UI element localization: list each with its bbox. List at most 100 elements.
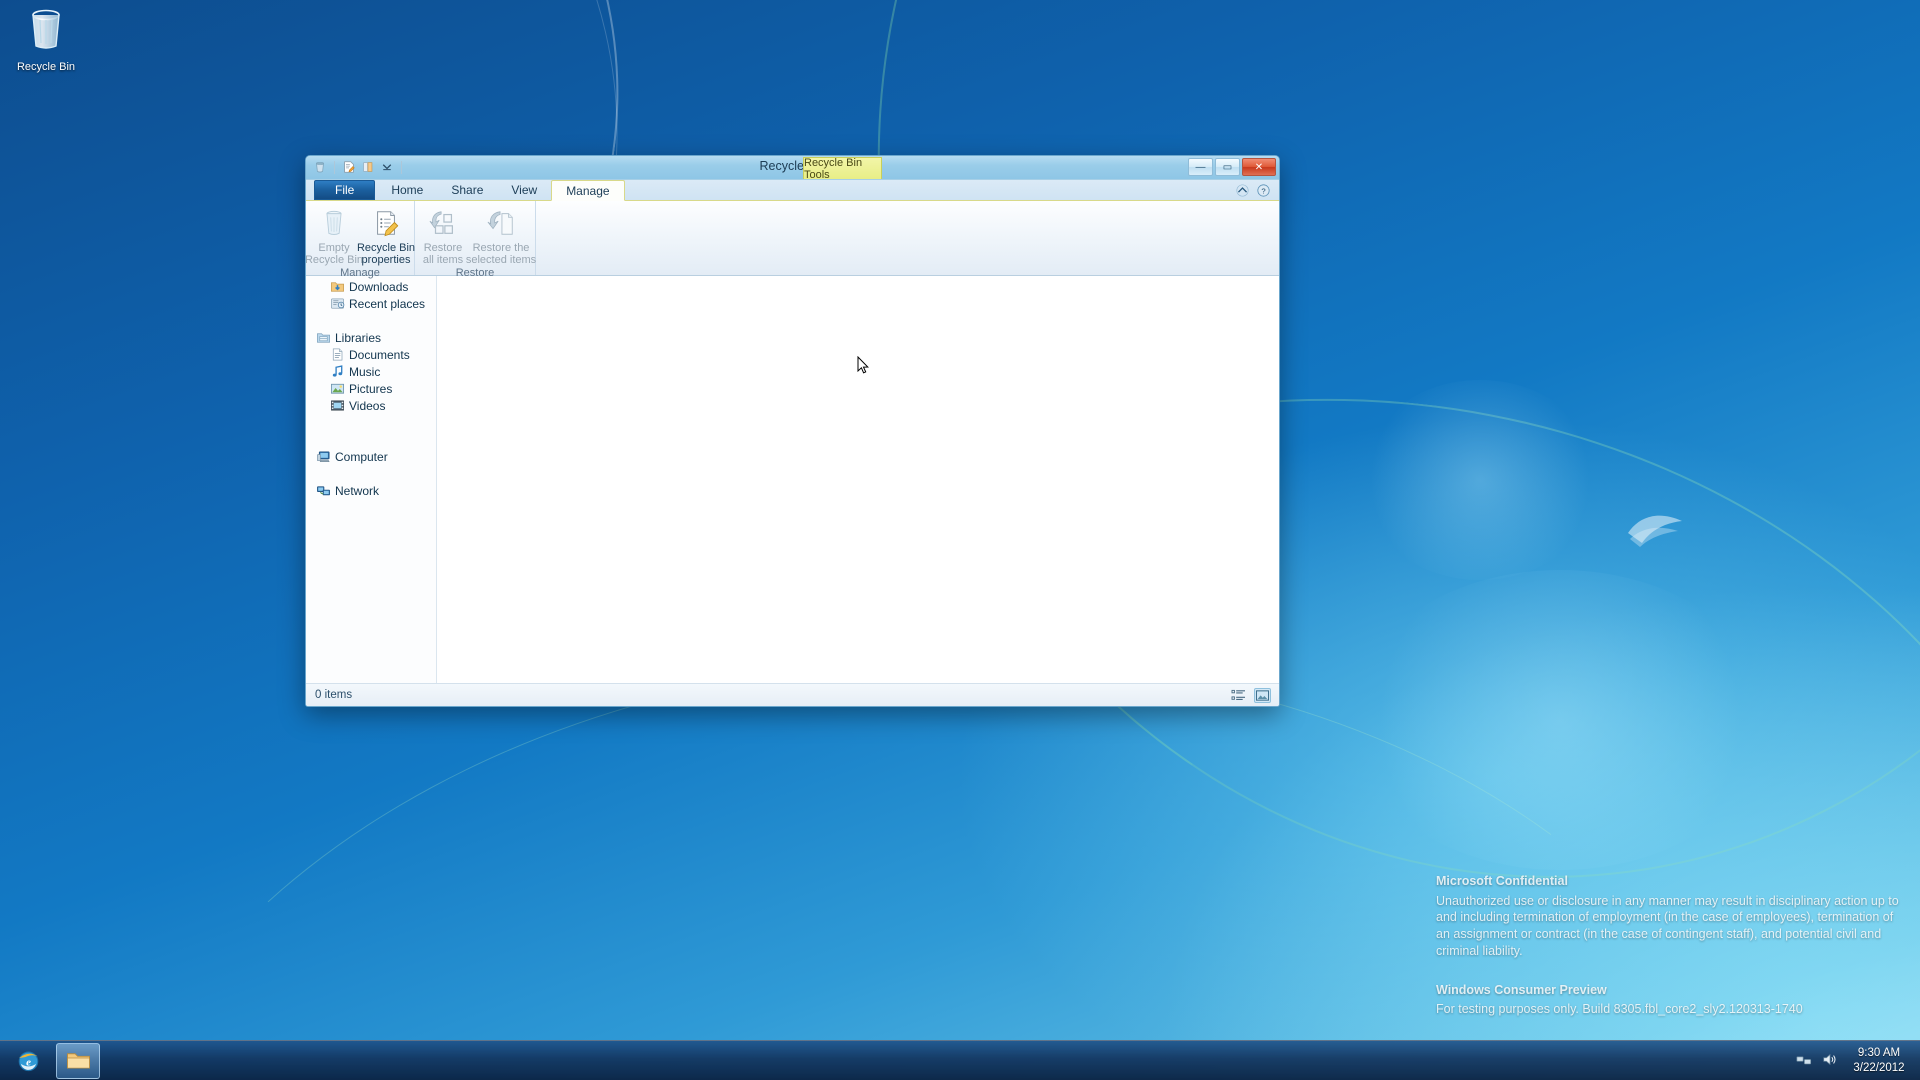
large-icons-view-button[interactable]	[1254, 687, 1271, 703]
close-button[interactable]: ✕	[1242, 158, 1276, 176]
nav-recent-places[interactable]: Recent places	[306, 295, 436, 312]
watermark-title: Microsoft Confidential	[1436, 873, 1568, 888]
nav-pictures[interactable]: Pictures	[306, 380, 436, 397]
computer-icon	[315, 449, 331, 465]
recycle-bin-icon	[32, 9, 60, 49]
minimize-button[interactable]: —	[1188, 158, 1213, 176]
network-icon[interactable]	[1796, 1052, 1812, 1070]
button-label-line1: Recycle Bin	[356, 242, 416, 254]
nav-music[interactable]: Music	[306, 363, 436, 380]
nav-item-label: Pictures	[349, 381, 393, 396]
window-title: Recycle Bin	[759, 159, 826, 173]
tab-share[interactable]: Share	[437, 180, 497, 200]
taskbar-button-internet-explorer[interactable]: e	[6, 1043, 50, 1079]
button-label-line2: all items	[422, 254, 464, 266]
tabstrip-right-controls: ?	[1235, 180, 1279, 200]
navigation-pane: Downloads Recent places Libraries Docume…	[306, 276, 437, 683]
clock-date: 3/22/2012	[1853, 1061, 1905, 1074]
watermark-build: For testing purposes only. Build 8305.fb…	[1436, 1002, 1803, 1017]
help-icon[interactable]: ?	[1256, 183, 1271, 198]
desktop-watermark: Microsoft Confidential Unauthorized use …	[1436, 873, 1906, 1018]
empty-recycle-bin-button[interactable]: Empty Recycle Bin	[305, 205, 364, 266]
nav-item-label: Downloads	[349, 279, 409, 294]
ribbon-group-restore: Restore all items Restore the selected i…	[415, 201, 537, 279]
svg-text:e: e	[26, 1057, 31, 1069]
taskbar-button-file-explorer[interactable]	[56, 1042, 100, 1079]
button-label-line2: properties	[361, 254, 411, 266]
libraries-icon	[315, 330, 331, 346]
file-list-view[interactable]	[437, 276, 1279, 683]
svg-text:?: ?	[1261, 186, 1265, 195]
nav-videos[interactable]: Videos	[306, 397, 436, 414]
details-view-button[interactable]	[1230, 688, 1247, 703]
window-body: Downloads Recent places Libraries Docume…	[306, 276, 1279, 683]
caption-buttons: — ▭ ✕	[1188, 158, 1276, 176]
nav-documents[interactable]: Documents	[306, 346, 436, 363]
internet-explorer-icon: e	[18, 1051, 38, 1072]
maximize-button[interactable]: ▭	[1215, 158, 1240, 176]
recycle-bin-icon	[318, 207, 350, 239]
nav-item-label: Music	[349, 364, 381, 379]
restore-all-icon	[427, 207, 459, 239]
nav-item-label: Documents	[349, 347, 410, 362]
ribbon: Empty Recycle Bin Recycle Bin properties…	[305, 201, 1279, 279]
ribbon-tab-strip: File Home Share View Manage ?	[306, 180, 1279, 201]
ribbon-empty-space	[536, 201, 1279, 275]
button-label-line2: Recycle Bin	[305, 254, 364, 266]
button-label-line2: selected items	[465, 254, 537, 266]
button-label-line1: Restore	[423, 242, 463, 254]
network-icon	[315, 483, 331, 499]
tab-file[interactable]: File	[314, 180, 376, 200]
tab-view[interactable]: View	[497, 180, 551, 200]
wallpaper-glow	[1350, 570, 1770, 870]
button-label-line1: Restore the	[472, 242, 530, 254]
desktop-icon-recycle-bin[interactable]: Recycle Bin	[8, 4, 84, 75]
item-count-label: 0 items	[315, 689, 353, 701]
desktop-icon-label: Recycle Bin	[16, 60, 76, 73]
nav-item-label: Videos	[349, 398, 386, 413]
ribbon-group-manage: Empty Recycle Bin Recycle Bin properties…	[305, 201, 416, 279]
tab-manage[interactable]: Manage	[551, 180, 625, 201]
tab-home[interactable]: Home	[377, 180, 437, 200]
documents-icon	[329, 347, 345, 363]
view-mode-toggles	[1230, 687, 1275, 703]
watermark-edition: Windows Consumer Preview	[1436, 982, 1607, 997]
nav-computer[interactable]: Computer	[306, 448, 436, 465]
pictures-icon	[329, 381, 345, 397]
nav-item-label: Recent places	[349, 296, 426, 311]
window-title-bar[interactable]: Recycle Bin Recycle Bin Tools — ▭ ✕	[306, 156, 1279, 181]
ribbon-group-label-manage: Manage	[340, 267, 380, 279]
recycle-bin-properties-button[interactable]: Recycle Bin properties	[356, 205, 416, 266]
clock-time: 9:30 AM	[1857, 1047, 1901, 1060]
contextual-tab-group-header: Recycle Bin Tools	[803, 157, 882, 181]
status-bar: 0 items	[306, 683, 1279, 706]
music-icon	[329, 364, 345, 380]
restore-selected-icon	[485, 207, 517, 239]
minimize-ribbon-icon[interactable]	[1235, 183, 1250, 198]
restore-all-items-button[interactable]: Restore all items	[417, 205, 469, 266]
taskbar-clock[interactable]: 9:30 AM 3/22/2012	[1848, 1046, 1910, 1075]
taskbar: e 9:30 AM 3/22/2012	[0, 1040, 1920, 1080]
explorer-window: Recycle Bin Recycle Bin Tools — ▭ ✕ File…	[305, 155, 1280, 707]
restore-selected-items-button[interactable]: Restore the selected items	[465, 205, 537, 266]
nav-network[interactable]: Network	[306, 482, 436, 499]
recent-places-icon	[329, 296, 345, 312]
ribbon-group-label-restore: Restore	[455, 267, 495, 279]
nav-item-label: Computer	[335, 449, 388, 464]
wallpaper-glow	[1360, 380, 1600, 580]
nav-libraries[interactable]: Libraries	[306, 329, 436, 346]
nav-item-label: Libraries	[335, 330, 382, 345]
system-tray: 9:30 AM 3/22/2012	[1796, 1046, 1920, 1075]
folder-icon	[66, 1053, 90, 1069]
nav-item-label: Network	[335, 483, 380, 498]
volume-icon[interactable]	[1822, 1052, 1838, 1070]
properties-icon	[370, 207, 402, 239]
feather-decoration-icon	[1628, 515, 1682, 547]
watermark-body: Unauthorized use or disclosure in any ma…	[1436, 893, 1899, 958]
button-label-line1: Empty	[318, 242, 350, 254]
videos-icon	[329, 398, 345, 414]
